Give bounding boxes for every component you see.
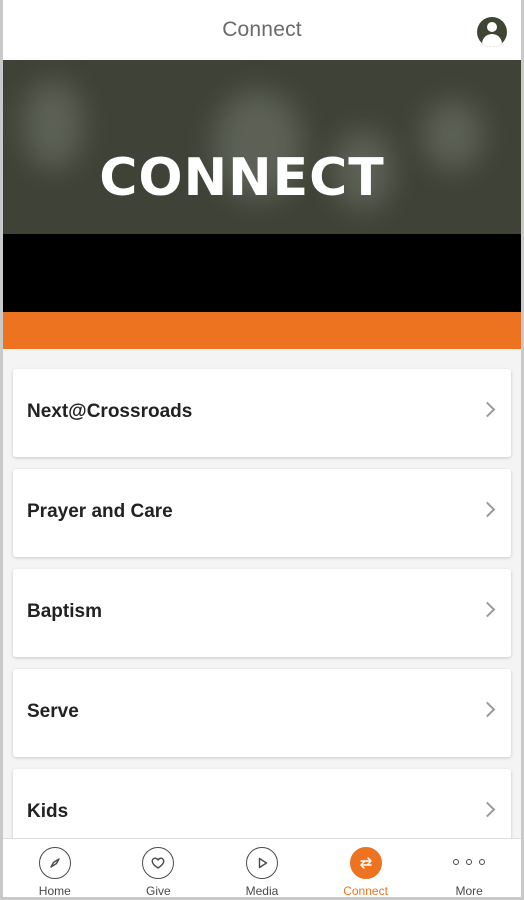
menu-item-serve[interactable]: Serve [13,669,511,757]
menu-item-label: Kids [27,801,69,822]
tab-label: Media [245,884,279,898]
more-dots-icon [453,859,486,867]
compass-icon [38,847,71,879]
menu-item-baptism[interactable]: Baptism [13,569,511,657]
hero-banner: CONNECT [3,60,521,234]
play-icon [245,847,278,879]
hero-accent-band [3,312,521,349]
chevron-right-icon [479,601,496,618]
hero-black-band [3,234,521,312]
top-navigation-bar: Connect [3,0,521,60]
heart-icon [142,847,175,879]
hero-heading: CONNECT [99,148,385,208]
tab-connect[interactable]: Connect [314,839,418,897]
menu-item-label: Baptism [27,601,102,622]
tab-label: Home [38,884,71,898]
menu-item-label: Next@Crossroads [27,401,193,422]
tab-home[interactable]: Home [3,839,107,897]
page-title: Connect [222,18,302,41]
menu-item-kids[interactable]: Kids [13,769,511,838]
menu-item-label: Serve [27,701,79,722]
menu-item-label: Prayer and Care [27,501,173,522]
tab-label: Give [146,884,171,898]
person-circle-icon[interactable] [477,17,507,47]
tab-label: Connect [343,884,388,898]
chevron-right-icon [479,801,496,818]
tab-more[interactable]: More [417,839,521,897]
chevron-right-icon [479,701,496,718]
tab-label: More [455,884,483,898]
swap-arrows-icon [349,847,382,879]
menu-item-next-crossroads[interactable]: Next@Crossroads [13,369,511,457]
chevron-right-icon [479,501,496,518]
tab-give[interactable]: Give [107,839,211,897]
bottom-tab-bar: Home Give Media Connect More [3,838,521,897]
tab-media[interactable]: Media [210,839,314,897]
chevron-right-icon [479,401,496,418]
menu-item-prayer-and-care[interactable]: Prayer and Care [13,469,511,557]
app-screen: Connect CONNECT Next@Crossroads Prayer a… [0,0,524,900]
connect-menu-list: Next@Crossroads Prayer and Care Baptism … [3,349,521,838]
